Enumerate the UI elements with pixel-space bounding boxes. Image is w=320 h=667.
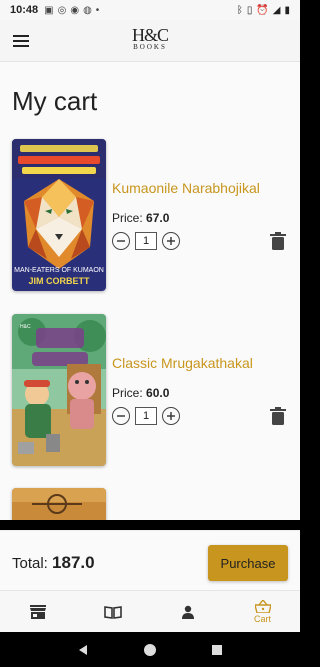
delete-icon[interactable] xyxy=(270,407,286,425)
logo-mark: H&C xyxy=(131,25,169,45)
bluetooth-icon: ᛒ xyxy=(236,4,243,16)
vibrate-icon: ▯ xyxy=(246,4,253,16)
home-icon[interactable] xyxy=(143,643,157,657)
book-title[interactable]: Kumaonile Narabhojikal xyxy=(112,180,260,196)
app-logo: H&C BOOKS xyxy=(131,25,169,51)
price-label: Price: xyxy=(112,211,143,225)
nav-store[interactable] xyxy=(0,591,75,632)
page-title: My cart xyxy=(12,86,98,116)
purchase-button[interactable]: Purchase xyxy=(208,545,288,581)
back-icon[interactable] xyxy=(77,644,89,656)
person-icon xyxy=(181,605,194,619)
basket-icon xyxy=(254,599,271,613)
hamburger-icon xyxy=(13,34,29,47)
cover-badge-text: H&C xyxy=(20,324,31,330)
price-label: Price: xyxy=(112,386,143,400)
chrome-icon: ◍ xyxy=(83,4,92,16)
total-row: Total: 187.0 xyxy=(12,553,95,573)
bottom-nav: Cart xyxy=(0,590,300,632)
total-value: 187.0 xyxy=(52,553,95,572)
app-bar: H&C BOOKS xyxy=(0,20,300,62)
increase-button[interactable] xyxy=(162,407,180,425)
system-icons: ᛒ ▯ ⏰ ◢ ▮ xyxy=(237,5,290,16)
whatsapp-icon: ◎ xyxy=(57,4,67,16)
cover-author: JIM CORBETT xyxy=(28,276,90,286)
store-icon xyxy=(29,604,46,619)
nav-cart-label: Cart xyxy=(253,613,271,624)
quantity-field[interactable]: 1 xyxy=(135,407,157,425)
cart-footer: Total: 187.0 Purchase xyxy=(0,530,300,590)
book-cover[interactable]: MAN-EATERS OF KUMAON JIM CORBETT xyxy=(12,139,106,291)
status-bar: 10:48 ▣ ◎ ◉ ◍ • ᛒ ▯ ⏰ ◢ ▮ xyxy=(0,0,300,20)
cart-item: H&C Classic Mrugakathakal Price: 60.0 1 xyxy=(12,314,292,469)
price-row: Price: 67.0 xyxy=(112,211,169,225)
dot-icon: • xyxy=(95,4,100,16)
notification-icons: ▣ ◎ ◉ ◍ • xyxy=(44,5,99,16)
cover-subtitle: MAN-EATERS OF KUMAON xyxy=(14,267,104,274)
minus-icon xyxy=(117,415,125,417)
menu-button[interactable] xyxy=(0,20,42,62)
book-open-icon xyxy=(103,605,122,619)
logo-sub: BOOKS xyxy=(133,43,167,51)
gallery-icon: ▣ xyxy=(44,4,54,16)
book-cover[interactable] xyxy=(12,488,106,520)
minus-icon xyxy=(117,240,125,242)
quantity-stepper: 1 xyxy=(112,232,180,250)
battery-icon: ▮ xyxy=(284,4,290,16)
sync-icon: ◉ xyxy=(70,4,80,16)
nav-cart[interactable]: Cart xyxy=(225,591,300,632)
recents-icon[interactable] xyxy=(211,644,223,656)
cart-content: My cart MAN-EATERS OF KUMAON JIM CORBETT… xyxy=(0,62,300,520)
price-value: 60.0 xyxy=(146,386,170,400)
book-cover[interactable]: H&C xyxy=(12,314,106,466)
quantity-field[interactable]: 1 xyxy=(135,232,157,250)
book-title[interactable]: Classic Mrugakathakal xyxy=(112,355,253,371)
delete-icon[interactable] xyxy=(270,232,286,250)
plus-icon xyxy=(167,237,175,245)
cart-item: MAN-EATERS OF KUMAON JIM CORBETT Kumaoni… xyxy=(12,139,292,294)
signal-icon: ◢ xyxy=(272,4,281,16)
cart-item xyxy=(12,488,292,520)
status-time: 10:48 xyxy=(10,4,39,16)
plus-icon xyxy=(167,412,175,420)
nav-library[interactable] xyxy=(75,591,150,632)
price-row: Price: 60.0 xyxy=(112,386,169,400)
increase-button[interactable] xyxy=(162,232,180,250)
nav-profile[interactable] xyxy=(150,591,225,632)
quantity-stepper: 1 xyxy=(112,407,180,425)
total-label: Total: xyxy=(12,555,48,572)
decrease-button[interactable] xyxy=(112,407,130,425)
alarm-icon: ⏰ xyxy=(256,4,269,16)
system-nav-bar xyxy=(0,632,300,667)
decrease-button[interactable] xyxy=(112,232,130,250)
price-value: 67.0 xyxy=(146,211,170,225)
